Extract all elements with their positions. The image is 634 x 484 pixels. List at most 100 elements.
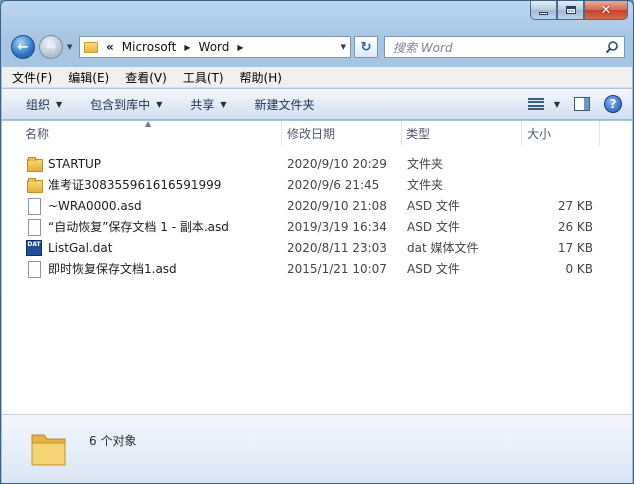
- menu-bar: 文件(F) 编辑(E) 查看(V) 工具(T) 帮助(H): [2, 67, 632, 88]
- column-modified-label: 修改日期: [287, 127, 336, 141]
- column-modified[interactable]: 修改日期: [282, 121, 402, 146]
- table-row[interactable]: DAT ListGal.dat 2020/8/11 23:03 dat 媒体文件 …: [2, 237, 632, 258]
- maximize-button[interactable]: [557, 1, 584, 20]
- column-name-label: 名称: [25, 127, 50, 141]
- share-button[interactable]: 共享 ▼: [190, 96, 226, 113]
- address-bar[interactable]: « Microsoft ▶ Word ▶ ▼: [79, 36, 351, 58]
- modified-date: 2020/9/10 21:08: [287, 198, 387, 213]
- document-icon: [26, 260, 42, 278]
- preview-pane-icon[interactable]: [574, 97, 590, 111]
- chevron-right-icon[interactable]: ▶: [184, 43, 190, 52]
- navigation-bar: ← → ▼ « Microsoft ▶ Word ▶ ▼ ↻ 搜索 Word: [9, 31, 627, 61]
- file-size: 27 KB: [557, 198, 593, 213]
- file-name: ListGal.dat: [48, 240, 113, 255]
- column-type-label: 类型: [406, 127, 431, 141]
- details-pane: 6 个对象: [2, 414, 632, 483]
- file-type: 文件夹: [407, 157, 444, 171]
- help-icon[interactable]: ?: [604, 95, 622, 113]
- table-row[interactable]: 即时恢复保存文档1.asd 2015/1/21 10:07 ASD 文件 0 K…: [2, 258, 632, 279]
- file-name-cell: STARTUP: [2, 156, 258, 172]
- menu-edit[interactable]: 编辑(E): [68, 69, 109, 86]
- table-row[interactable]: “自动恢复”保存文档 1 - 副本.asd 2019/3/19 16:34 AS…: [2, 216, 632, 237]
- modified-date: 2019/3/19 16:34: [287, 219, 387, 234]
- back-button[interactable]: ←: [11, 35, 35, 59]
- file-type: ASD 文件: [407, 262, 460, 276]
- file-name-cell: “自动恢复”保存文档 1 - 副本.asd: [2, 218, 258, 236]
- view-list-icon: [527, 98, 544, 110]
- file-name-cell: 准考证308355961616591999: [2, 176, 258, 193]
- file-name-cell: 即时恢复保存文档1.asd: [2, 260, 258, 278]
- address-dropdown-icon[interactable]: ▼: [341, 43, 346, 51]
- file-type: dat 媒体文件: [407, 241, 479, 255]
- menu-file[interactable]: 文件(F): [12, 69, 52, 86]
- dropdown-arrow-icon: ▼: [56, 99, 63, 109]
- breadcrumb: « Microsoft ▶ Word ▶: [98, 40, 252, 54]
- table-row[interactable]: 准考证308355961616591999 2020/9/6 21:45 文件夹: [2, 174, 632, 195]
- file-type: ASD 文件: [407, 199, 460, 213]
- chevron-right-icon[interactable]: ▶: [237, 43, 243, 52]
- breadcrumb-item-microsoft[interactable]: Microsoft: [122, 40, 177, 54]
- arrow-right-icon: →: [45, 39, 57, 55]
- column-name[interactable]: 名称 ▲: [2, 119, 282, 146]
- dat-file-icon: DAT: [26, 239, 42, 256]
- table-row[interactable]: ~WRA0000.asd 2020/9/10 21:08 ASD 文件 27 K…: [2, 195, 632, 216]
- file-size: 0 KB: [565, 261, 593, 276]
- breadcrumb-item-word[interactable]: Word: [199, 40, 230, 54]
- command-bar: 组织 ▼ 包含到库中 ▼ 共享 ▼ 新建文件夹 ▼ ?: [2, 89, 632, 120]
- column-type[interactable]: 类型: [402, 121, 522, 146]
- share-label: 共享: [190, 97, 215, 112]
- file-rows: STARTUP 2020/9/10 20:29 文件夹 准考证308355961…: [2, 153, 632, 279]
- column-size[interactable]: 大小: [522, 121, 600, 146]
- dropdown-arrow-icon: ▼: [220, 99, 227, 109]
- file-name: 即时恢复保存文档1.asd: [48, 262, 177, 276]
- folder-icon: [26, 177, 43, 193]
- file-name: STARTUP: [48, 156, 102, 171]
- dropdown-arrow-icon[interactable]: ▼: [554, 100, 560, 109]
- menu-tools[interactable]: 工具(T): [183, 69, 224, 86]
- organize-label: 组织: [26, 97, 51, 112]
- search-input[interactable]: 搜索 Word: [393, 39, 453, 56]
- minimize-icon: [539, 11, 548, 15]
- search-icon[interactable]: [605, 40, 619, 54]
- document-icon: [26, 218, 42, 236]
- dropdown-arrow-icon: ▼: [156, 99, 163, 109]
- column-size-label: 大小: [527, 127, 552, 141]
- folder-icon: [26, 156, 43, 172]
- folder-icon: [31, 434, 66, 466]
- column-header: 名称 ▲ 修改日期 类型 大小: [2, 119, 632, 146]
- close-button[interactable]: ✕: [584, 1, 628, 20]
- arrow-left-icon: ←: [17, 39, 29, 55]
- search-box[interactable]: 搜索 Word: [384, 36, 625, 58]
- explorer-window: ✕ ← → ▼ « Microsoft ▶ Word ▶ ▼ ↻ 搜索 Word: [0, 0, 634, 484]
- file-type: 文件夹: [407, 178, 444, 192]
- modified-date: 2015/1/21 10:07: [287, 261, 387, 276]
- file-size: 26 KB: [557, 219, 593, 234]
- breadcrumb-overflow[interactable]: «: [106, 40, 114, 54]
- toolbar-right-group: ▼ ?: [527, 95, 622, 113]
- file-name-cell: ~WRA0000.asd: [2, 197, 258, 215]
- recent-pages-dropdown[interactable]: ▼: [67, 43, 72, 51]
- file-size: 17 KB: [557, 240, 593, 255]
- file-name: ~WRA0000.asd: [48, 198, 142, 213]
- table-row[interactable]: STARTUP 2020/9/10 20:29 文件夹: [2, 153, 632, 174]
- file-name: 准考证308355961616591999: [48, 178, 222, 192]
- maximize-icon: [565, 6, 576, 14]
- menu-view[interactable]: 查看(V): [125, 69, 167, 86]
- modified-date: 2020/8/11 23:03: [287, 240, 387, 255]
- include-in-library-label: 包含到库中: [90, 97, 151, 112]
- folder-icon: [84, 41, 98, 53]
- include-in-library-button[interactable]: 包含到库中 ▼: [90, 96, 162, 113]
- minimize-button[interactable]: [530, 1, 557, 20]
- refresh-icon: ↻: [360, 39, 372, 55]
- item-count-status: 6 个对象: [89, 434, 137, 448]
- menu-help[interactable]: 帮助(H): [240, 69, 282, 86]
- change-view-button[interactable]: ▼: [527, 98, 560, 110]
- new-folder-button[interactable]: 新建文件夹: [255, 96, 315, 113]
- forward-button[interactable]: →: [39, 35, 63, 59]
- organize-button[interactable]: 组织 ▼: [26, 96, 62, 113]
- caption-buttons: ✕: [530, 1, 628, 20]
- file-type: ASD 文件: [407, 220, 460, 234]
- close-icon: ✕: [600, 2, 612, 18]
- refresh-button[interactable]: ↻: [354, 36, 378, 58]
- file-name: “自动恢复”保存文档 1 - 副本.asd: [48, 220, 229, 234]
